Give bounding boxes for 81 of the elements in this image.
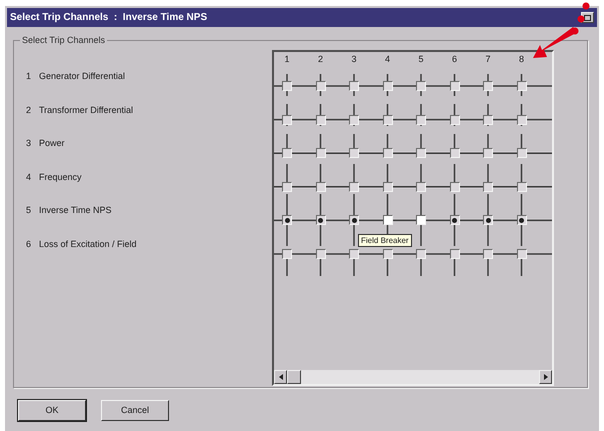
group-title: Select Trip Channels bbox=[20, 34, 108, 48]
horizontal-scrollbar[interactable] bbox=[274, 370, 552, 384]
row-number: 4 bbox=[26, 170, 32, 184]
column-number: 4 bbox=[384, 53, 390, 66]
checkbox[interactable] bbox=[483, 114, 493, 125]
column-number: 5 bbox=[418, 53, 424, 66]
column-number: 2 bbox=[318, 53, 323, 66]
checkbox[interactable] bbox=[282, 215, 292, 226]
scroll-right-button[interactable] bbox=[539, 370, 552, 384]
checkbox[interactable] bbox=[349, 182, 359, 192]
checkbox[interactable] bbox=[316, 215, 326, 226]
checkbox[interactable] bbox=[516, 114, 526, 125]
checkbox[interactable] bbox=[282, 81, 292, 91]
checkbox[interactable] bbox=[316, 114, 326, 125]
channel-label: Power bbox=[39, 137, 65, 150]
scroll-left-button[interactable] bbox=[274, 370, 287, 384]
channel-label: Inverse Time NPS bbox=[39, 204, 112, 218]
checkbox[interactable] bbox=[450, 148, 460, 158]
row-number: 1 bbox=[26, 70, 32, 83]
channel-label: Loss of Excitation / Field bbox=[39, 238, 137, 251]
close-icon bbox=[584, 14, 591, 20]
column-number: 3 bbox=[351, 53, 356, 66]
checkbox[interactable] bbox=[282, 248, 292, 259]
scrollbar-thumb[interactable] bbox=[287, 370, 301, 384]
checkbox[interactable] bbox=[483, 215, 493, 226]
checkbox[interactable] bbox=[483, 248, 493, 259]
checkbox[interactable] bbox=[382, 215, 392, 226]
checkbox[interactable] bbox=[349, 215, 359, 226]
channel-label: Generator Differential bbox=[39, 70, 125, 83]
checkbox[interactable] bbox=[382, 182, 392, 192]
checkbox[interactable] bbox=[516, 81, 526, 91]
checkbox[interactable] bbox=[316, 182, 326, 192]
dialog-button[interactable]: OK bbox=[18, 400, 86, 421]
checkbox[interactable] bbox=[516, 248, 526, 259]
checkbox[interactable] bbox=[382, 148, 392, 158]
checkbox[interactable] bbox=[282, 148, 292, 158]
checkbox[interactable] bbox=[282, 114, 292, 125]
checkbox[interactable] bbox=[382, 81, 392, 91]
dialog-button[interactable]: Cancel bbox=[101, 400, 169, 421]
row-number: 6 bbox=[26, 238, 32, 251]
checkbox[interactable] bbox=[316, 248, 326, 259]
checkbox[interactable] bbox=[316, 81, 326, 91]
annotation-arrow-drawing bbox=[530, 0, 592, 60]
column-number: 8 bbox=[518, 53, 524, 66]
checkbox[interactable] bbox=[316, 148, 326, 158]
column-number: 7 bbox=[485, 53, 490, 66]
checkbox[interactable] bbox=[516, 182, 526, 192]
checkbox[interactable] bbox=[349, 148, 359, 158]
row-number: 5 bbox=[26, 204, 32, 218]
checkbox[interactable] bbox=[349, 248, 359, 259]
row-number: 2 bbox=[26, 104, 32, 117]
checkbox[interactable] bbox=[450, 215, 460, 226]
checkbox[interactable] bbox=[382, 114, 392, 125]
left-arrow-icon bbox=[278, 374, 282, 380]
checkbox[interactable] bbox=[416, 114, 426, 125]
right-arrow-icon bbox=[544, 374, 548, 380]
checkbox[interactable] bbox=[483, 182, 493, 192]
checkbox[interactable] bbox=[450, 182, 460, 192]
checkbox[interactable] bbox=[416, 182, 426, 192]
column-number: 1 bbox=[284, 53, 290, 66]
checkbox[interactable] bbox=[450, 114, 460, 125]
checkbox[interactable] bbox=[483, 148, 493, 158]
checkbox[interactable] bbox=[450, 248, 460, 259]
checkbox[interactable] bbox=[349, 114, 359, 125]
row-number: 3 bbox=[26, 137, 32, 150]
checkbox[interactable] bbox=[416, 215, 426, 226]
checkbox[interactable] bbox=[516, 215, 526, 226]
checkbox[interactable] bbox=[349, 81, 359, 91]
channel-label: Frequency bbox=[39, 170, 82, 184]
checkbox[interactable] bbox=[382, 248, 392, 259]
checkbox[interactable] bbox=[282, 182, 292, 192]
checkbox[interactable] bbox=[516, 148, 526, 158]
column-number: 6 bbox=[452, 53, 457, 66]
checkbox[interactable] bbox=[416, 148, 426, 158]
checkbox[interactable] bbox=[483, 81, 493, 91]
window-title: Select Trip Channels : Inverse Time NPS bbox=[10, 11, 208, 25]
tooltip: Field Breaker bbox=[358, 234, 412, 247]
channel-label: Transformer Differential bbox=[39, 104, 134, 117]
checkbox[interactable] bbox=[416, 81, 426, 91]
checkbox[interactable] bbox=[450, 81, 460, 91]
checkbox[interactable] bbox=[416, 248, 426, 259]
